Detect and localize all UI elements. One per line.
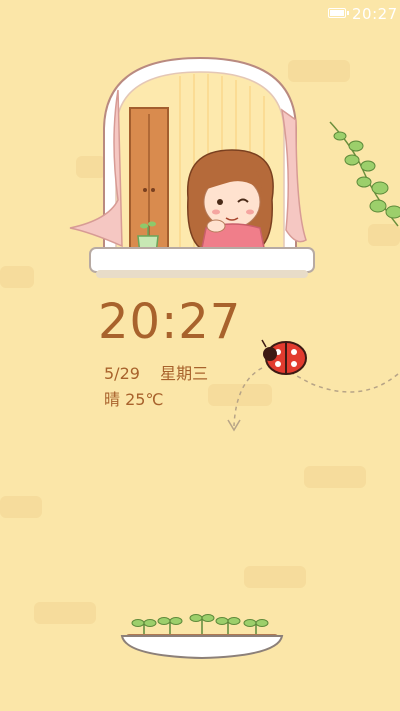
planter-sprouts-illustration: [120, 614, 284, 660]
window-girl-illustration: [69, 56, 315, 278]
wall-brick: [0, 266, 34, 288]
lockscreen-clock: 20:27: [98, 294, 242, 350]
status-bar: 20:27: [0, 0, 400, 28]
wall-brick: [244, 566, 306, 588]
lockscreen-weather: 晴 25℃: [104, 390, 164, 409]
lockscreen-weekday: 星期三: [160, 364, 209, 383]
lock-screen: 20:27 20:27 5/29 星期三 晴 25℃: [0, 0, 400, 711]
ivy-vine-illustration: [329, 121, 400, 227]
ladybug-illustration: [227, 339, 399, 432]
wall-brick: [304, 466, 366, 488]
wall-brick: [0, 496, 42, 518]
lockscreen-date-row: 5/29 星期三: [104, 360, 208, 384]
lockscreen-date: 5/29: [104, 364, 140, 383]
status-bar-time: 20:27: [352, 5, 398, 23]
battery-icon: [328, 8, 349, 18]
wall-brick: [34, 602, 96, 624]
